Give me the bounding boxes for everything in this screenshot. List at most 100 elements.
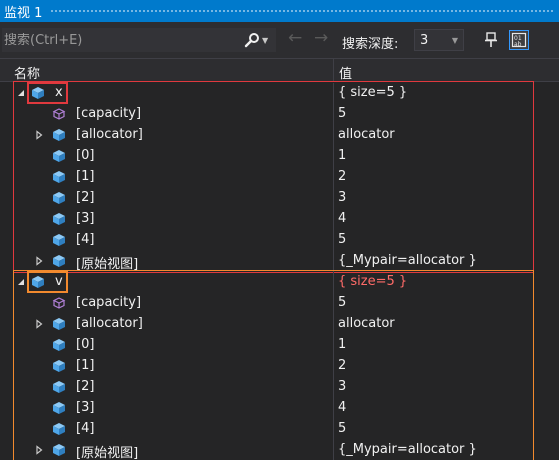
object-icon	[32, 87, 44, 99]
watch-item-name[interactable]: [0]	[76, 148, 94, 163]
column-separator	[333, 209, 334, 230]
search-input[interactable]	[2, 32, 232, 48]
search-depth-select[interactable]: 3 ▼	[414, 29, 464, 51]
watch-item-name[interactable]: [4]	[76, 232, 94, 247]
object-icon	[53, 444, 65, 456]
watch-item-name[interactable]: [1]	[76, 169, 94, 184]
watch-item-name[interactable]: [allocator]	[76, 316, 143, 331]
search-back-arrow-icon[interactable]: ←	[288, 30, 302, 47]
watch-item-value[interactable]: 4	[338, 211, 346, 226]
watch-item-value[interactable]: 1	[338, 337, 346, 352]
svg-text:ab: ab	[514, 41, 522, 48]
chevron-down-icon: ▼	[262, 35, 269, 45]
watch-child-row[interactable]: [capacity] 5	[0, 104, 559, 125]
column-separator	[333, 104, 334, 125]
watch-child-row[interactable]: [原始视图] {_Mypair=allocator }	[0, 440, 559, 460]
watch-child-row[interactable]: [1] 2	[0, 167, 559, 188]
column-separator	[333, 230, 334, 251]
watch-item-value[interactable]: 1	[338, 148, 346, 163]
column-separator	[333, 356, 334, 377]
pin-button[interactable]	[481, 30, 501, 50]
search-button[interactable]: ▼	[244, 31, 272, 49]
object-icon	[53, 213, 65, 225]
watch-item-name[interactable]: [2]	[76, 379, 94, 394]
column-resize-handle[interactable]	[333, 59, 334, 81]
watch-child-row[interactable]: [3] 4	[0, 398, 559, 419]
window-titlebar[interactable]: 监视 1	[0, 0, 559, 22]
expand-triangle-icon[interactable]	[34, 445, 44, 455]
expand-triangle-icon[interactable]	[34, 256, 44, 266]
object-icon	[53, 150, 65, 162]
column-separator	[333, 398, 334, 419]
column-header-name[interactable]: 名称	[14, 63, 40, 82]
watch-child-row[interactable]: [2] 3	[0, 377, 559, 398]
search-box[interactable]: ▼	[2, 28, 276, 52]
column-separator	[333, 272, 334, 293]
watch-item-name[interactable]: [capacity]	[76, 106, 141, 121]
watch-item-value[interactable]: 5	[338, 295, 346, 310]
watch-item-name[interactable]: [4]	[76, 421, 94, 436]
watch-item-name[interactable]: [3]	[76, 400, 94, 415]
watch-row-x[interactable]: x { size=5 }	[0, 83, 559, 104]
watch-child-row[interactable]: [原始视图] {_Mypair=allocator }	[0, 251, 559, 272]
object-icon	[53, 129, 65, 141]
watch-item-value[interactable]: 3	[338, 190, 346, 205]
watch-child-row[interactable]: [allocator] allocator	[0, 125, 559, 146]
watch-item-value[interactable]: allocator	[338, 316, 395, 331]
collapse-triangle-icon[interactable]	[16, 277, 26, 287]
watch-child-row[interactable]: [0] 1	[0, 146, 559, 167]
column-separator	[333, 314, 334, 335]
column-separator	[333, 419, 334, 440]
column-separator	[333, 167, 334, 188]
field-icon	[52, 297, 66, 309]
search-forward-arrow-icon[interactable]: →	[314, 30, 328, 47]
watch-child-row[interactable]: [2] 3	[0, 188, 559, 209]
watch-item-value[interactable]: 5	[338, 232, 346, 247]
watch-item-name[interactable]: [0]	[76, 337, 94, 352]
watch-item-name[interactable]: [原始视图]	[76, 253, 138, 272]
column-separator	[333, 251, 334, 272]
watch-item-value[interactable]: {_Mypair=allocator }	[338, 253, 477, 268]
watch-child-row[interactable]: [0] 1	[0, 335, 559, 356]
collapse-triangle-icon[interactable]	[16, 88, 26, 98]
watch-child-row[interactable]: [4] 5	[0, 230, 559, 251]
watch-item-value[interactable]: 2	[338, 169, 346, 184]
watch-child-row[interactable]: [3] 4	[0, 209, 559, 230]
watch-item-name[interactable]: [原始视图]	[76, 442, 138, 460]
watch-item-value[interactable]: 3	[338, 379, 346, 394]
watch-item-value[interactable]: { size=5 }	[338, 85, 407, 100]
watch-item-value[interactable]: 5	[338, 421, 346, 436]
expand-triangle-icon[interactable]	[34, 319, 44, 329]
hex-display-button[interactable]: 01 ab	[509, 30, 529, 50]
watch-child-row[interactable]: [1] 2	[0, 356, 559, 377]
chevron-down-icon: ▼	[451, 35, 458, 45]
watch-child-row[interactable]: [4] 5	[0, 419, 559, 440]
watch-item-value[interactable]: 4	[338, 400, 346, 415]
watch-item-value[interactable]: {_Mypair=allocator }	[338, 442, 477, 457]
watch-item-name[interactable]: [3]	[76, 211, 94, 226]
watch-child-row[interactable]: [allocator] allocator	[0, 314, 559, 335]
watch-child-row[interactable]: [capacity] 5	[0, 293, 559, 314]
watch-item-name[interactable]: x	[55, 85, 63, 100]
object-icon	[53, 423, 65, 435]
pin-icon	[485, 32, 497, 47]
watch-item-name[interactable]: v	[55, 274, 63, 289]
watch-item-value[interactable]: 5	[338, 106, 346, 121]
object-icon	[32, 276, 44, 288]
search-depth-label: 搜索深度:	[342, 37, 399, 52]
column-separator	[333, 125, 334, 146]
titlebar-grip[interactable]	[50, 8, 553, 14]
watch-item-name[interactable]: [allocator]	[76, 127, 143, 142]
watch-item-value[interactable]: 2	[338, 358, 346, 373]
watch-item-value[interactable]: allocator	[338, 127, 395, 142]
watch-item-name[interactable]: [2]	[76, 190, 94, 205]
watch-item-name[interactable]: [1]	[76, 358, 94, 373]
expand-triangle-icon[interactable]	[34, 130, 44, 140]
object-icon	[53, 192, 65, 204]
column-separator	[333, 440, 334, 460]
column-header-value[interactable]: 值	[339, 63, 352, 82]
watch-item-name[interactable]: [capacity]	[76, 295, 141, 310]
window-title: 监视 1	[4, 5, 43, 21]
watch-item-value[interactable]: { size=5 }	[338, 274, 407, 289]
watch-row-v[interactable]: v { size=5 }	[0, 272, 559, 293]
